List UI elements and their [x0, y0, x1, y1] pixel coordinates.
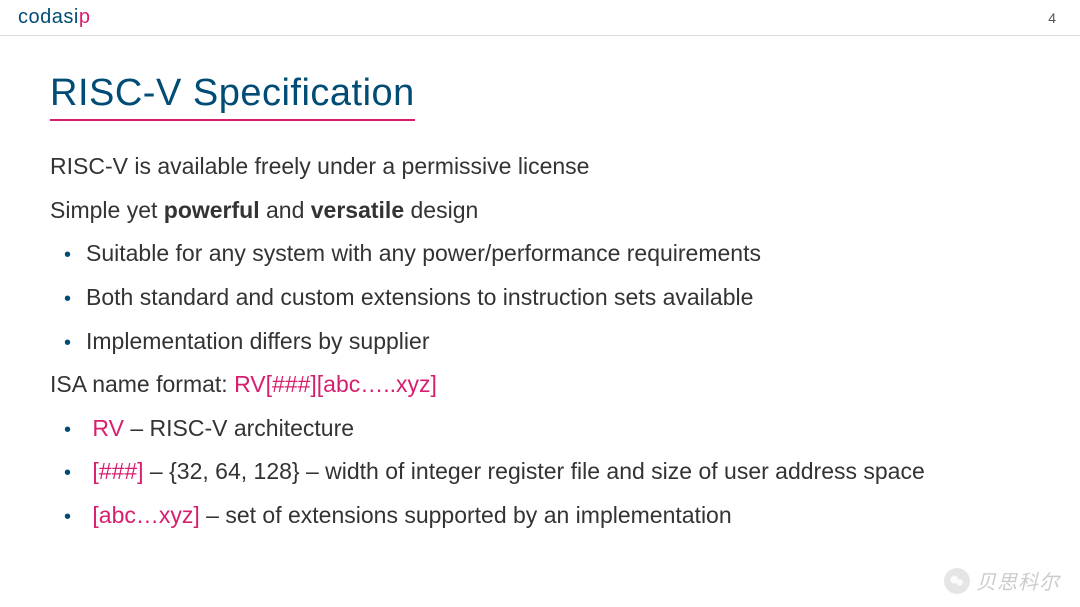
text-bold: versatile — [311, 197, 404, 223]
watermark-text: 贝思科尔 — [976, 566, 1060, 595]
isa-format-line: ISA name format: RV[###][abc…..xyz] — [50, 367, 1030, 403]
wechat-icon — [944, 568, 970, 594]
logo-text-accent: p — [79, 6, 91, 28]
text-accent: RV — [92, 415, 124, 441]
text-accent: [abc…xyz] — [92, 502, 199, 528]
text-fragment: – RISC-V architecture — [124, 415, 354, 441]
text-bold: powerful — [164, 197, 260, 223]
text-fragment: ISA name format: — [50, 371, 234, 397]
text-fragment: and — [260, 197, 311, 223]
logo: codasip — [18, 6, 90, 29]
slide-body: RISC-V is available freely under a permi… — [50, 149, 1030, 534]
text-fragment: Simple yet — [50, 197, 164, 223]
watermark: 贝思科尔 — [944, 566, 1060, 595]
intro-line-1: RISC-V is available freely under a permi… — [50, 149, 1030, 185]
list-item: Suitable for any system with any power/p… — [64, 236, 1030, 272]
list-item: Both standard and custom extensions to i… — [64, 280, 1030, 316]
text-fragment: design — [404, 197, 478, 223]
logo-text-main: codasi — [18, 6, 79, 28]
slide-header: codasip 4 — [0, 0, 1080, 36]
text-accent: RV[###][abc…..xyz] — [234, 371, 437, 397]
bullet-list-2: RV – RISC-V architecture [###] – {32, 64… — [50, 411, 1030, 534]
list-item: [abc…xyz] – set of extensions supported … — [64, 498, 1030, 534]
slide-title: RISC-V Specification — [50, 72, 415, 121]
page-number: 4 — [1048, 10, 1062, 26]
list-item: Implementation differs by supplier — [64, 324, 1030, 360]
text-accent: [###] — [92, 458, 143, 484]
slide-content: RISC-V Specification RISC-V is available… — [0, 36, 1080, 534]
list-item: RV – RISC-V architecture — [64, 411, 1030, 447]
intro-line-2: Simple yet powerful and versatile design — [50, 193, 1030, 229]
text-fragment: – set of extensions supported by an impl… — [200, 502, 732, 528]
list-item: [###] – {32, 64, 128} – width of integer… — [64, 454, 1030, 490]
bullet-list-1: Suitable for any system with any power/p… — [50, 236, 1030, 359]
text-fragment: – {32, 64, 128} – width of integer regis… — [144, 458, 925, 484]
